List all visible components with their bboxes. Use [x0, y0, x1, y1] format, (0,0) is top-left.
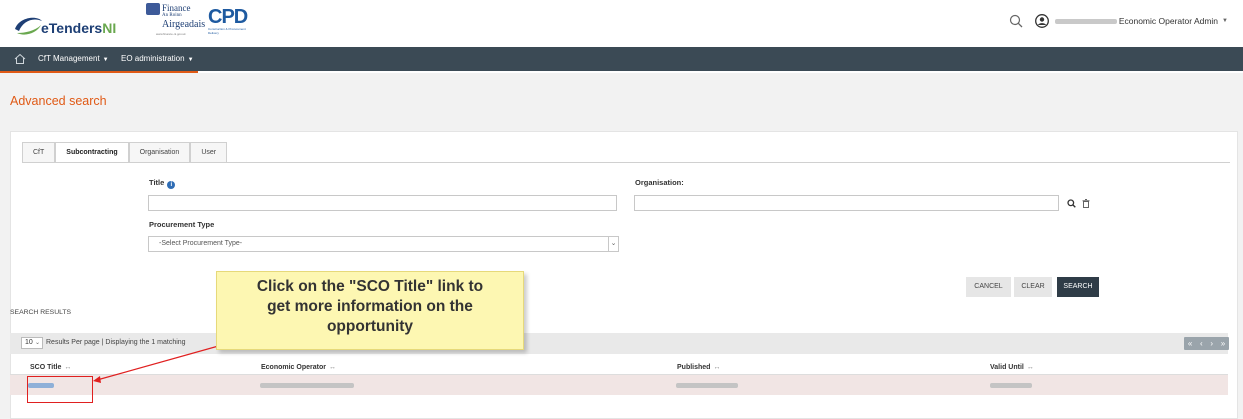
- procurement-type-label: Procurement Type: [149, 220, 215, 229]
- column-header-published[interactable]: Published ↔: [677, 364, 720, 371]
- search-icon[interactable]: [1009, 14, 1023, 28]
- per-page-value: 10: [25, 339, 33, 346]
- last-page-button[interactable]: »: [1221, 339, 1225, 348]
- cancel-button[interactable]: CANCEL: [966, 277, 1011, 297]
- finance-logo-url: www.finance-ni.gov.uk: [156, 32, 186, 36]
- search-results-heading: SEARCH RESULTS: [10, 309, 72, 316]
- chevron-down-icon: ⌄: [608, 237, 618, 251]
- instruction-callout: Click on the "SCO Title" link to get mor…: [216, 271, 524, 350]
- chevron-down-icon: ⌄: [34, 340, 40, 346]
- prev-page-button[interactable]: ‹: [1200, 339, 1203, 348]
- results-per-page-text: Results Per page | Displaying the 1 matc…: [46, 339, 186, 346]
- nav-cft-management-label: CfT Management: [38, 54, 100, 63]
- sort-icon: ↔: [713, 364, 721, 371]
- column-header-economic-operator[interactable]: Economic Operator ↔: [261, 364, 336, 371]
- finance-logo: Finance An Roinn Airgeadais www.finance-…: [146, 3, 206, 37]
- search-icon: [1066, 198, 1076, 208]
- procurement-type-selected: -Select Procurement Type-: [159, 240, 243, 247]
- column-header-published-label: Published: [677, 364, 711, 371]
- column-header-economic-operator-label: Economic Operator: [261, 364, 326, 371]
- column-header-valid-until-label: Valid Until: [990, 364, 1024, 371]
- clear-button[interactable]: CLEAR: [1014, 277, 1052, 297]
- trash-icon: [1082, 198, 1090, 208]
- etenders-logo[interactable]: eTendersNI: [13, 15, 125, 37]
- header-actions: Economic Operator Admin ▼: [1009, 11, 1228, 31]
- chevron-down-icon: ▼: [102, 57, 109, 63]
- search-tabs: CfT Subcontracting Organisation User: [22, 142, 228, 163]
- sort-icon: ↔: [64, 364, 72, 371]
- results-per-page-select[interactable]: 10 ⌄: [21, 337, 43, 349]
- page-title: Advanced search: [10, 94, 107, 108]
- info-icon[interactable]: i: [167, 181, 176, 189]
- nav-cft-management[interactable]: CfT Management ▼: [34, 47, 109, 71]
- organisation-label: Organisation:: [635, 178, 684, 187]
- callout-line-3: opportunity: [326, 318, 414, 335]
- tab-user[interactable]: User: [190, 142, 228, 163]
- tab-cft[interactable]: CfT: [22, 142, 56, 163]
- organisation-clear-button[interactable]: [1079, 196, 1093, 210]
- published-value: [676, 383, 738, 388]
- title-label-text: Title: [149, 178, 165, 187]
- sco-title-highlight-box: [27, 376, 93, 403]
- organisation-search-button[interactable]: [1064, 196, 1078, 210]
- tab-divider: [22, 162, 1230, 163]
- sort-icon: ↔: [328, 364, 336, 371]
- etenders-swoosh-icon: [15, 17, 42, 35]
- chevron-down-icon[interactable]: ▼: [1222, 18, 1228, 24]
- finance-logo-line3: Airgeadais: [162, 19, 206, 30]
- user-avatar-icon[interactable]: [1034, 14, 1049, 28]
- sort-icon: ↔: [1026, 364, 1034, 371]
- column-header-sco-title-label: SCO Title: [30, 364, 62, 371]
- user-role[interactable]: Economic Operator Admin: [1119, 16, 1218, 26]
- column-header-valid-until[interactable]: Valid Until ↔: [990, 364, 1034, 371]
- table-row: [10, 375, 1228, 395]
- organisation-input[interactable]: [634, 195, 1059, 211]
- callout-line-1: Click on the "SCO Title" link to: [256, 278, 484, 295]
- title-label: Title i: [149, 178, 176, 189]
- nav-eo-administration-label: EO administration: [121, 54, 185, 63]
- tab-subcontracting[interactable]: Subcontracting: [55, 142, 129, 163]
- first-page-button[interactable]: «: [1188, 339, 1192, 348]
- economic-operator-value: [260, 383, 354, 388]
- top-header: eTendersNI Finance An Roinn Airgeadais w…: [0, 0, 1243, 47]
- next-page-button[interactable]: ›: [1210, 339, 1213, 348]
- etenders-logo-text: eTendersNI: [41, 20, 117, 36]
- callout-line-2: get more information on the: [267, 298, 473, 315]
- main-content: Advanced search CfT Subcontracting Organ…: [0, 73, 1243, 419]
- column-header-sco-title[interactable]: SCO Title ↔: [30, 364, 71, 371]
- results-toolbar: [10, 333, 1228, 354]
- search-button[interactable]: SEARCH: [1057, 277, 1099, 297]
- nav-eo-administration[interactable]: EO administration ▼: [117, 47, 194, 71]
- crest-icon: [146, 3, 160, 15]
- cpd-logo-text: CPD: [208, 6, 248, 28]
- finance-logo-line1: Finance: [162, 3, 191, 13]
- home-icon[interactable]: [14, 53, 26, 65]
- cpd-logo-subtitle: Construction & Procurement Delivery: [208, 27, 246, 35]
- finance-logo-line2: An Roinn: [162, 13, 182, 18]
- title-input[interactable]: [148, 195, 617, 211]
- pagination: « ‹ › »: [1184, 337, 1229, 350]
- chevron-down-icon: ▼: [187, 57, 194, 63]
- procurement-type-select[interactable]: -Select Procurement Type- ⌄: [148, 236, 619, 252]
- tab-organisation[interactable]: Organisation: [128, 142, 191, 163]
- user-name-redacted: [1054, 18, 1117, 24]
- main-navbar: CfT Management ▼ EO administration ▼: [0, 47, 1243, 71]
- valid-until-value: [990, 383, 1032, 388]
- cpd-logo: CPD Construction & Procurement Delivery: [208, 6, 250, 40]
